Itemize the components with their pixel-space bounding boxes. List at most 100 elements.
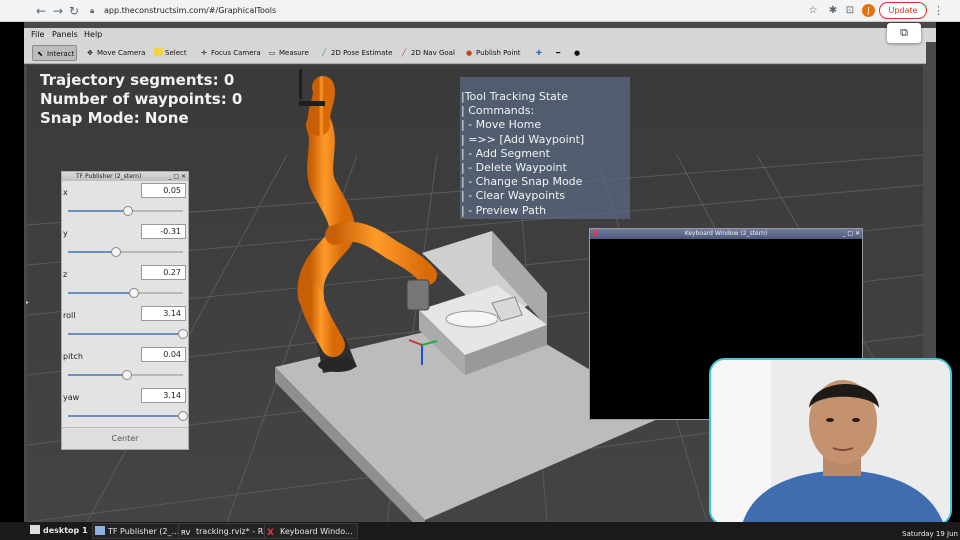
- desktop-label: desktop 1: [43, 526, 88, 535]
- tf-publisher-titlebar[interactable]: TF Publisher (2_stern) _ □ ✕: [62, 172, 188, 181]
- tool-state-line: | - Preview Path: [461, 203, 547, 217]
- url-text: app.theconstructsim.com/#/GraphicalTools: [104, 6, 277, 15]
- tool-rod: [299, 69, 302, 99]
- tf-slider-thumb[interactable]: [121, 370, 132, 380]
- menu-icon[interactable]: ⋮: [933, 3, 944, 19]
- tool-state-line: | - Change Snap Mode: [461, 175, 583, 189]
- tf-slider[interactable]: [68, 247, 183, 257]
- tf-value-field[interactable]: -0.31: [141, 224, 186, 239]
- tf-row-x: x 0.05: [62, 181, 188, 222]
- tf-field-label: x: [63, 188, 68, 197]
- nav-goal-tool[interactable]: ╱ 2D Nav Goal: [397, 45, 457, 61]
- extensions-icon[interactable]: ✱: [826, 3, 840, 19]
- select-icon: [154, 48, 163, 56]
- pose-estimate-tool[interactable]: ╱ 2D Pose Estimate: [317, 45, 394, 61]
- tf-value-field[interactable]: 0.05: [141, 183, 186, 198]
- cursor-icon: ⬉: [37, 50, 43, 58]
- tf-slider-fill: [68, 292, 134, 294]
- center-button[interactable]: Center: [62, 427, 188, 449]
- browser-toolbar: ← → ↻ 🔒︎ app.theconstructsim.com/#/Graph…: [0, 0, 960, 22]
- tf-slider-fill: [68, 251, 117, 253]
- move-camera-label: Move Camera: [97, 49, 146, 57]
- tf-row-roll: roll 3.14: [62, 304, 188, 345]
- tf-slider-thumb[interactable]: [128, 288, 139, 298]
- tool-tip: [299, 101, 325, 106]
- tool-state-line: | - Delete Waypoint: [461, 161, 567, 175]
- task-tf-publisher[interactable]: TF Publisher (2_...: [92, 523, 185, 539]
- tool-state-line: | =>> [Add Waypoint]: [461, 132, 585, 146]
- rviz-icon: RV: [181, 529, 191, 537]
- update-button[interactable]: Update: [879, 2, 927, 19]
- measure-label: Measure: [279, 49, 309, 57]
- tf-row-y: y -0.31: [62, 222, 188, 263]
- tf-value-field[interactable]: 0.27: [141, 265, 186, 280]
- window-controls[interactable]: _ □ ✕: [168, 172, 186, 181]
- pin-icon: ●: [465, 49, 473, 57]
- tf-value-field[interactable]: 3.14: [141, 306, 186, 321]
- task-rviz[interactable]: RV tracking.rviz* - R...: [178, 523, 276, 539]
- tf-slider-thumb[interactable]: [178, 329, 188, 339]
- tf-slider-thumb[interactable]: [122, 206, 133, 216]
- tf-slider[interactable]: [68, 370, 183, 380]
- tf-slider-fill: [68, 210, 128, 212]
- forward-icon[interactable]: →: [50, 3, 66, 19]
- publish-point-tool[interactable]: ● Publish Point: [462, 45, 523, 61]
- menu-file[interactable]: File: [31, 29, 44, 41]
- taskbar: desktop 1 TF Publisher (2_... RV tracking…: [0, 522, 960, 540]
- pink-arrow-icon: ╱: [401, 49, 407, 57]
- presenter-video: [711, 360, 950, 524]
- tool-options-icon[interactable]: ●: [572, 45, 582, 61]
- task-label: TF Publisher (2_...: [108, 527, 180, 536]
- tf-slider-thumb[interactable]: [178, 411, 188, 421]
- panel-collapse-handle[interactable]: ▸: [26, 299, 29, 319]
- task-keyboard-window[interactable]: X Keyboard Windo...: [264, 523, 358, 539]
- green-arrow-icon: ╱: [321, 49, 327, 57]
- star-icon[interactable]: ☆: [806, 3, 820, 19]
- profile-avatar[interactable]: J: [862, 4, 875, 17]
- tf-row-yaw: yaw 3.14: [62, 386, 188, 427]
- reload-icon[interactable]: ↻: [66, 3, 82, 19]
- desktop-switcher[interactable]: desktop 1: [28, 523, 92, 539]
- tf-field-label: yaw: [63, 393, 80, 402]
- tool-tracking-overlay: |Tool Tracking State | Commands: | - Mov…: [460, 77, 630, 219]
- menu-help[interactable]: Help: [84, 29, 102, 41]
- sync-icon[interactable]: ⊡: [843, 3, 857, 19]
- tf-field-label: pitch: [63, 352, 83, 361]
- window-controls[interactable]: _ □ ✕: [842, 229, 860, 239]
- tf-slider[interactable]: [68, 288, 183, 298]
- address-bar[interactable]: 🔒︎ app.theconstructsim.com/#/GraphicalTo…: [88, 3, 808, 19]
- focus-camera-label: Focus Camera: [211, 49, 261, 57]
- tf-slider-fill: [68, 415, 183, 417]
- waypoints-text: Number of waypoints: 0: [40, 90, 243, 108]
- task-label: Keyboard Windo...: [280, 527, 353, 536]
- menu-panels[interactable]: Panels: [52, 29, 78, 41]
- measure-tool[interactable]: ▭ Measure: [265, 45, 311, 61]
- desktop-icon: [30, 525, 40, 534]
- tf-value-field[interactable]: 3.14: [141, 388, 186, 403]
- nav-goal-label: 2D Nav Goal: [411, 49, 455, 57]
- tf-publisher-window: TF Publisher (2_stern) _ □ ✕ x 0.05 y -0.31…: [61, 171, 189, 450]
- task-label: tracking.rviz* - R...: [196, 527, 271, 536]
- tf-value-field[interactable]: 0.04: [141, 347, 186, 362]
- interact-tool[interactable]: ⬉ Interact: [32, 45, 78, 61]
- keyboard-window-title: Keyboard Window (2_stern): [684, 230, 768, 237]
- tf-slider[interactable]: [68, 329, 188, 339]
- add-tool-icon[interactable]: ✚: [534, 45, 544, 61]
- move-camera-tool[interactable]: ✥ Move Camera: [83, 45, 147, 61]
- remove-tool-icon[interactable]: ━: [554, 45, 562, 61]
- publish-point-label: Publish Point: [476, 49, 521, 57]
- focus-camera-tool[interactable]: ✛ Focus Camera: [197, 45, 263, 61]
- back-icon[interactable]: ←: [33, 3, 49, 19]
- tf-slider[interactable]: [68, 206, 183, 216]
- trajectory-stats: Trajectory segments: 0 Number of waypoin…: [40, 71, 242, 128]
- tf-publisher-title: TF Publisher (2_stern): [76, 173, 142, 180]
- tf-slider-fill: [68, 374, 127, 376]
- tf-slider-fill: [68, 333, 183, 335]
- end-effector: [406, 279, 430, 311]
- move-icon: ✥: [87, 49, 93, 57]
- tf-slider-thumb[interactable]: [111, 247, 122, 257]
- select-tool[interactable]: Select: [152, 45, 189, 61]
- tf-slider[interactable]: [68, 411, 188, 421]
- popout-icon[interactable]: ⧉: [887, 23, 921, 43]
- keyboard-window-titlebar[interactable]: X Keyboard Window (2_stern) _ □ ✕: [590, 229, 862, 239]
